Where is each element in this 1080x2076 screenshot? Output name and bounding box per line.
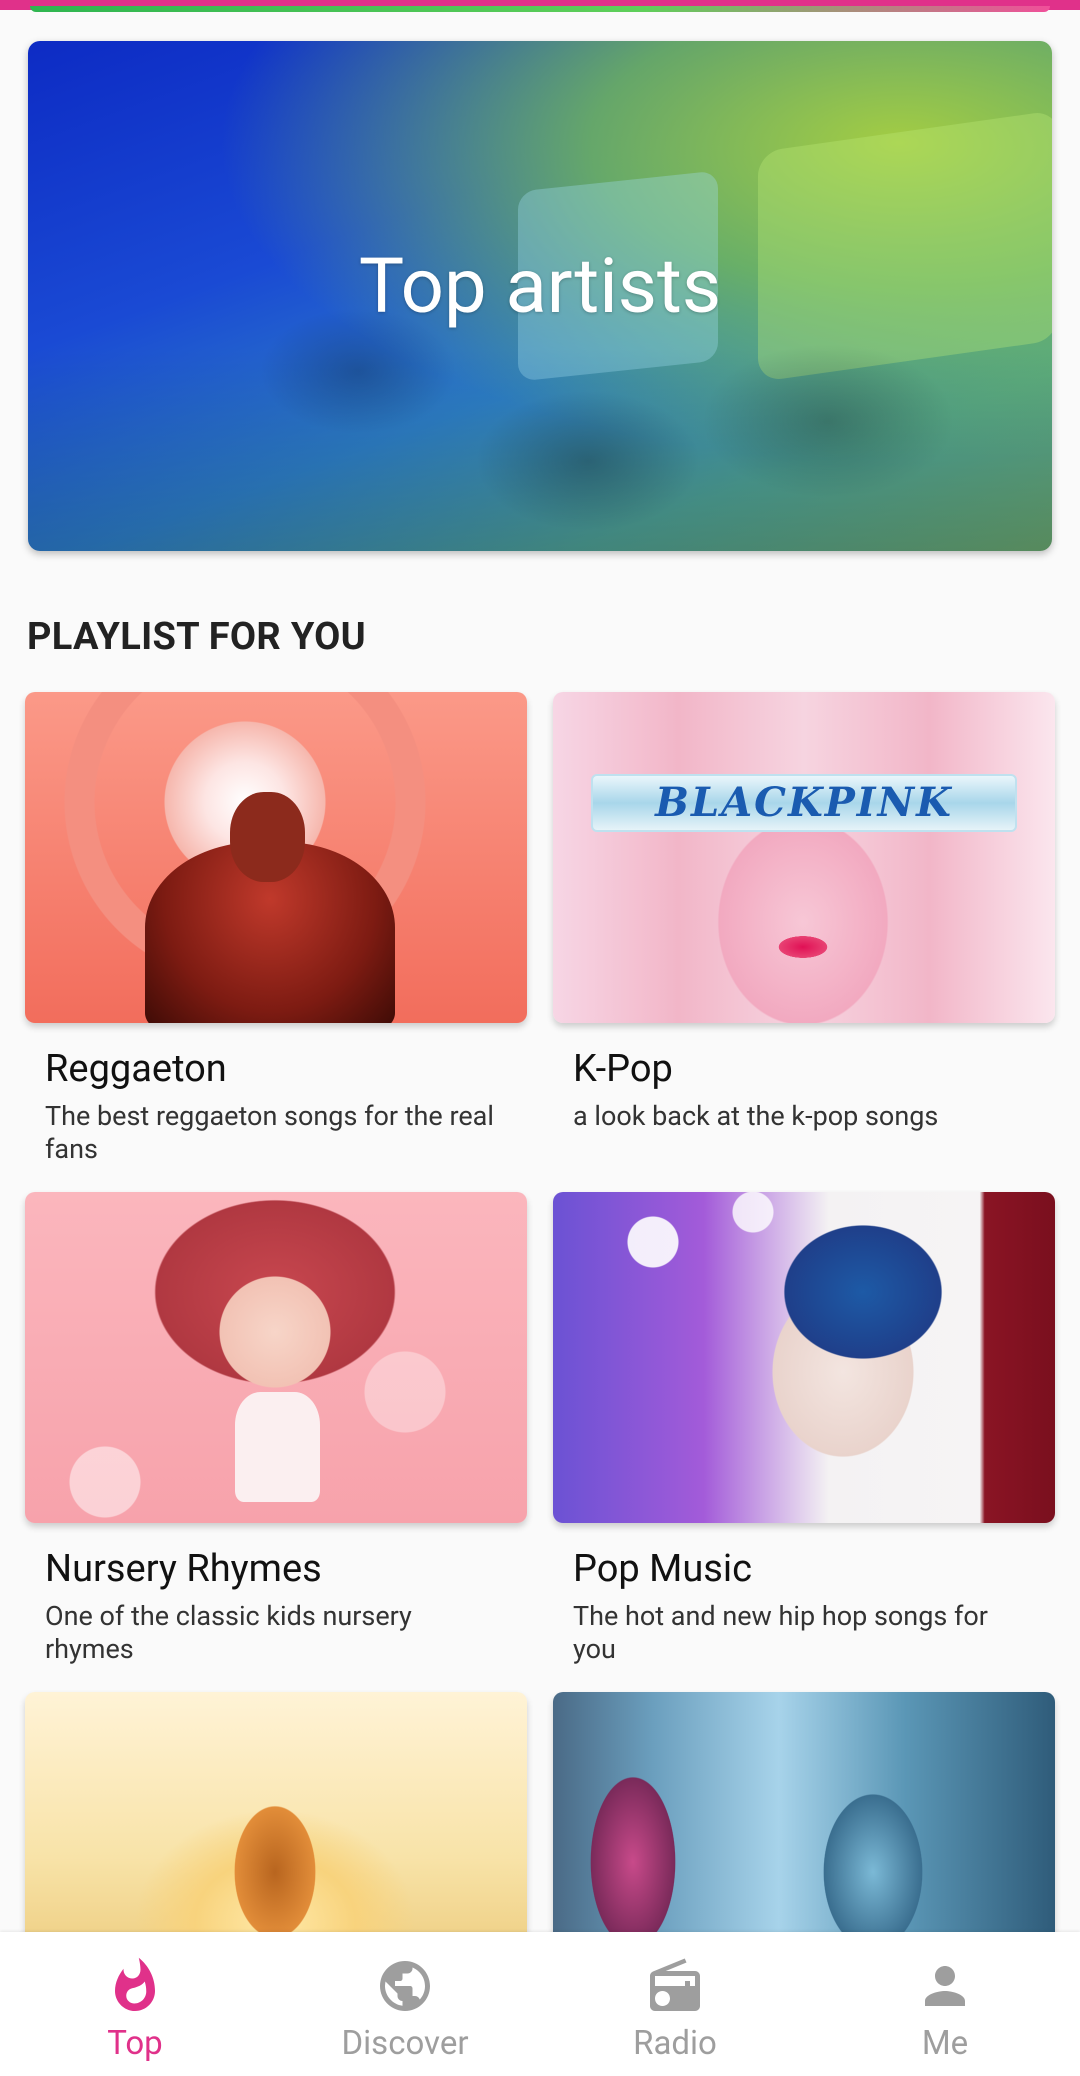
playlist-description: a look back at the k-pop songs	[573, 1100, 939, 1132]
playlist-thumbnail[interactable]	[25, 1192, 527, 1523]
radio-icon	[650, 1958, 700, 2011]
playlist-thumbnail[interactable]	[553, 1192, 1055, 1523]
globe-icon	[380, 1961, 430, 2011]
person-icon	[925, 1966, 965, 2006]
nav-item-top[interactable]: Top	[0, 1932, 270, 2076]
thumbnail-logo-text: BLACKPINK	[591, 774, 1017, 832]
playlist-description: One of the classic kids nursery rhymes	[45, 1600, 412, 1665]
nav-label: Radio	[633, 2024, 717, 2063]
hero-title: Top artists	[358, 241, 722, 331]
nav-label: Top	[107, 2024, 163, 2063]
nav-item-discover[interactable]: Discover	[270, 1932, 540, 2076]
playlist-thumbnail[interactable]	[25, 692, 527, 1023]
playlist-title: K-Pop	[573, 1047, 673, 1091]
illustration-figure	[235, 1392, 320, 1502]
playlist-thumbnail[interactable]: BLACKPINK	[553, 692, 1055, 1023]
nav-item-radio[interactable]: Radio	[540, 1932, 810, 2076]
section-title: PLAYLIST FOR YOU	[27, 615, 366, 659]
playlist-title: Nursery Rhymes	[45, 1547, 322, 1591]
playlist-card-reggaeton[interactable]: Reggaeton The best reggaeton songs for t…	[25, 692, 527, 1165]
flame-icon	[115, 1957, 155, 2011]
playlist-card-kpop[interactable]: BLACKPINK K-Pop a look back at the k-pop…	[553, 692, 1055, 1132]
bottom-navigation: Top Discover Radio Me	[0, 1932, 1080, 2076]
top-artists-card[interactable]: Top artists	[28, 41, 1052, 551]
top-accent-bar	[0, 0, 1080, 12]
playlist-card-pop-music[interactable]: Pop Music The hot and new hip hop songs …	[553, 1192, 1055, 1665]
nav-label: Discover	[341, 2024, 469, 2063]
nav-label: Me	[921, 2024, 969, 2063]
playlist-card-nursery-rhymes[interactable]: Nursery Rhymes One of the classic kids n…	[25, 1192, 527, 1665]
playlist-title: Pop Music	[573, 1547, 753, 1591]
artist-image	[230, 792, 305, 882]
playlist-description: The hot and new hip hop songs for you	[573, 1600, 988, 1665]
playlist-title: Reggaeton	[45, 1047, 227, 1091]
nav-item-me[interactable]: Me	[810, 1932, 1080, 2076]
playlist-description: The best reggaeton songs for the real fa…	[45, 1100, 494, 1165]
